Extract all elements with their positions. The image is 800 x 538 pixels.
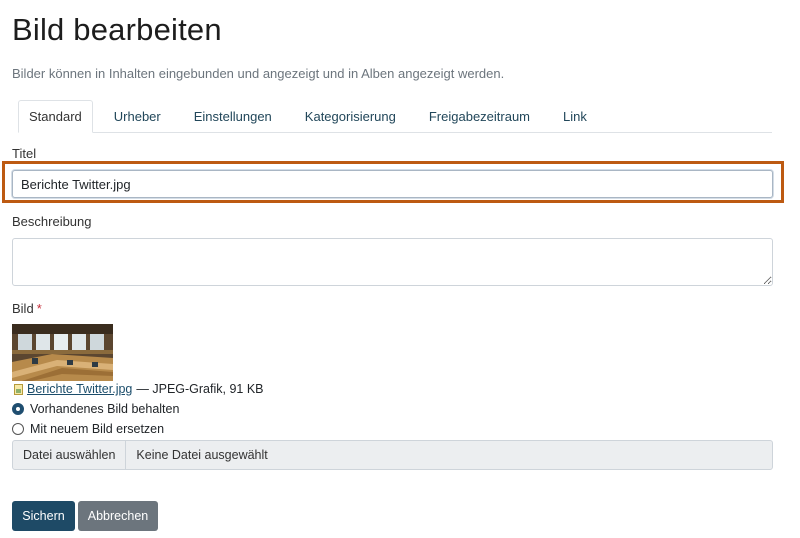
page-title: Bild bearbeiten xyxy=(12,12,222,47)
save-button[interactable]: Sichern xyxy=(12,501,75,531)
image-thumbnail-graphic xyxy=(12,324,113,381)
tab-kategorisierung[interactable]: Kategorisierung xyxy=(289,100,412,132)
radio-keep-label: Vorhandenes Bild behalten xyxy=(30,402,180,416)
description-label: Beschreibung xyxy=(12,214,92,229)
current-file-link[interactable]: Berichte Twitter.jpg xyxy=(27,382,132,396)
file-meta: — JPEG-Grafik, 91 KB xyxy=(136,382,264,396)
file-select-button[interactable]: Datei auswählen xyxy=(13,441,127,469)
tab-bar: Standard Urheber Einstellungen Kategoris… xyxy=(18,100,772,133)
file-icon xyxy=(14,383,23,395)
radio-keep-row[interactable]: Vorhandenes Bild behalten xyxy=(12,402,179,416)
tab-standard[interactable]: Standard xyxy=(18,100,93,133)
tab-einstellungen[interactable]: Einstellungen xyxy=(178,100,288,132)
required-mark: * xyxy=(36,301,42,316)
radio-replace-label: Mit neuem Bild ersetzen xyxy=(30,422,165,436)
file-status: Keine Datei ausgewählt xyxy=(136,448,268,462)
cancel-button[interactable]: Abbrechen xyxy=(78,501,158,531)
radio-replace-row[interactable]: Mit neuem Bild ersetzen xyxy=(12,422,164,436)
radio-keep[interactable] xyxy=(12,403,24,415)
tab-freigabezeitraum[interactable]: Freigabezeitraum xyxy=(413,100,546,132)
description-textarea[interactable] xyxy=(12,238,773,286)
radio-replace[interactable] xyxy=(12,423,24,435)
page-subtitle: Bilder können in Inhalten eingebunden un… xyxy=(12,66,505,81)
file-upload-field[interactable]: Datei auswählen Keine Datei ausgewählt xyxy=(12,440,773,470)
title-label: Titel xyxy=(12,146,37,161)
tab-urheber[interactable]: Urheber xyxy=(98,100,177,132)
current-file-row: Berichte Twitter.jpg — JPEG-Grafik, 91 K… xyxy=(14,382,264,396)
tab-link[interactable]: Link xyxy=(547,100,603,132)
image-thumbnail xyxy=(12,324,113,381)
title-input[interactable] xyxy=(12,170,773,198)
image-label-text: Bild xyxy=(12,301,34,316)
image-label: Bild * xyxy=(12,301,42,316)
